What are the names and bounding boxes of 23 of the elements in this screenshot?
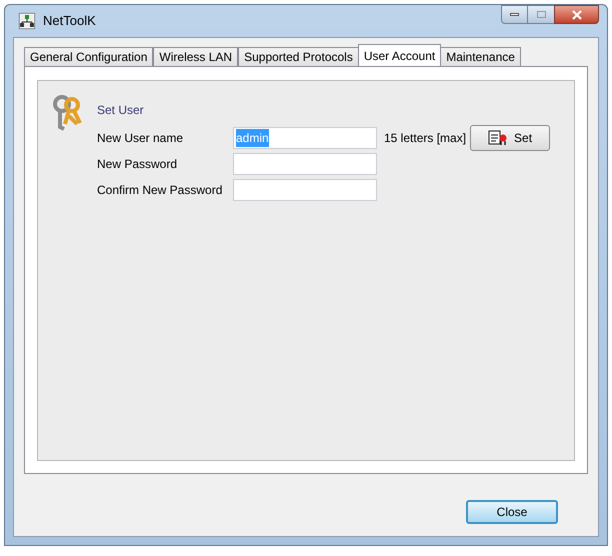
tab[interactable]: Supported Protocols: [238, 47, 359, 66]
tab[interactable]: General Configuration: [24, 47, 154, 66]
input-field[interactable]: [233, 179, 377, 201]
field-hint: 15 letters [max]: [384, 130, 466, 147]
keys-icon: [51, 95, 83, 131]
set-button[interactable]: Set: [470, 125, 550, 151]
field-value: admin: [236, 129, 269, 147]
input-field[interactable]: [233, 153, 377, 175]
tab[interactable]: User Account: [358, 44, 442, 66]
minimize-button[interactable]: [501, 5, 528, 24]
maximize-button[interactable]: [528, 5, 554, 24]
tab[interactable]: Maintenance: [440, 47, 521, 66]
field-label: New User name: [97, 130, 184, 147]
window-title: NetToolK: [43, 12, 96, 30]
dialog-button[interactable]: Close: [466, 500, 558, 524]
document-icon: [488, 130, 508, 146]
network-icon: [19, 13, 35, 29]
close-icon: [572, 10, 582, 20]
field-label: Confirm New Password: [97, 182, 224, 199]
field-label: New Password: [97, 156, 178, 173]
section-title: Set User: [97, 102, 145, 119]
close-button[interactable]: [554, 5, 599, 24]
tab[interactable]: Wireless LAN: [153, 47, 238, 66]
